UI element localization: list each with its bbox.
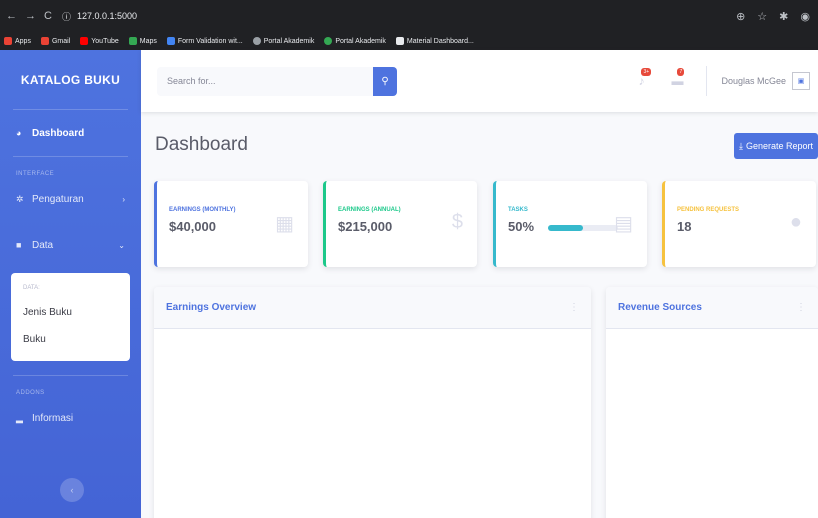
material-icon: [395, 37, 404, 45]
sidebar-brand[interactable]: KATALOG BUKU: [13, 50, 128, 110]
tachometer-icon: ◕: [16, 128, 22, 138]
data-collapse-menu: DATA: Jenis Buku Buku: [11, 273, 130, 361]
card-pending-requests: PENDING REQUESTS 18 ●: [662, 181, 816, 267]
generate-report-button[interactable]: ⤓ Generate Report: [734, 133, 818, 159]
bookmark-portal-akademik-2[interactable]: Portal Akademik: [324, 37, 386, 45]
search-icon: ⚲: [381, 75, 389, 87]
url-text: 127.0.0.1:5000: [76, 11, 138, 21]
messages-badge: 7: [677, 68, 685, 76]
tasks-progress-fill: [547, 224, 583, 231]
address-bar[interactable]: ⓘ 127.0.0.1:5000: [62, 10, 137, 23]
reload-icon[interactable]: C: [44, 10, 52, 22]
collapse-heading: DATA:: [23, 285, 40, 291]
sidebar-item-pengaturan[interactable]: ✲ Pengaturan ›: [0, 181, 141, 217]
search-input[interactable]: Search for...: [157, 66, 373, 96]
star-icon[interactable]: ☆: [757, 10, 767, 23]
chevron-right-icon: ›: [122, 194, 125, 204]
ellipsis-vertical-icon[interactable]: ⋮: [796, 302, 806, 313]
download-icon: ⤓: [738, 140, 743, 151]
sidebar: KATALOG BUKU ◕ Dashboard INTERFACE ✲ Pen…: [0, 50, 141, 518]
maps-icon: [128, 37, 137, 45]
gmail-icon: [40, 37, 49, 45]
sidebar-item-dashboard[interactable]: ◕ Dashboard: [0, 110, 141, 156]
bookmark-material-dashboard[interactable]: Material Dashboard...: [395, 37, 474, 45]
folder-icon: ■: [16, 240, 22, 250]
panel-title: Revenue Sources: [618, 302, 702, 313]
bookmark-apps[interactable]: Apps: [4, 37, 31, 45]
tasks-progress-bar: [547, 224, 618, 231]
extensions-icon[interactable]: ✱: [779, 10, 788, 23]
collapse-item-jenis-buku[interactable]: Jenis Buku: [11, 299, 130, 326]
earnings-overview-panel: Earnings Overview ⋮: [154, 287, 591, 518]
portal-icon: [252, 37, 261, 45]
youtube-icon: [80, 37, 89, 45]
sidebar-heading-addons: ADDONS: [16, 390, 45, 396]
bookmark-youtube[interactable]: YouTube: [80, 37, 119, 45]
forward-icon[interactable]: →: [25, 10, 36, 22]
back-icon[interactable]: ←: [6, 10, 17, 22]
chevron-left-icon: ‹: [70, 485, 74, 495]
messages-dropdown[interactable]: ▬ 7: [662, 68, 692, 88]
sidebar-item-data[interactable]: ■ Data ⌄: [0, 217, 141, 273]
clipboard-icon: ▤: [614, 213, 633, 235]
alerts-dropdown[interactable]: ♪ 3+: [626, 68, 656, 88]
zoom-icon[interactable]: ⊕: [736, 10, 745, 23]
phone-icon: [166, 37, 175, 45]
ellipsis-vertical-icon[interactable]: ⋮: [569, 302, 579, 313]
alerts-badge: 3+: [641, 68, 652, 76]
chart-area-icon: ▂: [16, 412, 23, 423]
envelope-icon: ▬: [671, 74, 684, 88]
search-button[interactable]: ⚲: [373, 66, 397, 96]
sidebar-item-informasi[interactable]: ▂ Informasi: [0, 400, 141, 436]
profile-icon[interactable]: ◉: [800, 10, 810, 23]
panel-title: Earnings Overview: [166, 302, 257, 313]
avatar: ▣: [792, 72, 810, 90]
bookmark-gmail[interactable]: Gmail: [40, 37, 70, 45]
bookmark-portal-akademik-1[interactable]: Portal Akademik: [252, 37, 314, 45]
dollar-icon: $: [451, 211, 463, 233]
user-name: Douglas McGee: [721, 76, 786, 86]
page-title: Dashboard: [155, 134, 248, 155]
info-icon[interactable]: ⓘ: [62, 10, 71, 23]
search-form: Search for... ⚲: [157, 66, 397, 96]
sidebar-heading-interface: INTERFACE: [16, 171, 55, 177]
bookmark-form-validation[interactable]: Form Validation wit...: [166, 37, 243, 45]
card-tasks: TASKS 50% ▤: [493, 181, 647, 267]
bookmarks-bar: Apps Gmail YouTube Maps Form Validation …: [0, 32, 818, 50]
sidebar-toggle-button[interactable]: ‹: [60, 478, 84, 502]
topbar-divider: [706, 66, 708, 96]
chevron-down-icon: ⌄: [118, 240, 125, 250]
card-earnings-annual: EARNINGS (ANNUAL) $215,000 $: [323, 181, 477, 267]
calendar-icon: ▦: [275, 213, 294, 235]
comments-icon: ●: [789, 211, 802, 233]
apps-icon: [4, 37, 12, 45]
topbar: Search for... ⚲ ♪ 3+ ▬ 7 Douglas McGee ▣: [141, 50, 818, 112]
browser-toolbar: ← → C ⓘ 127.0.0.1:5000 ⊕ ☆ ✱ ◉: [0, 0, 818, 32]
portal-icon: [324, 37, 333, 45]
card-value: 18: [677, 219, 692, 234]
card-label: EARNINGS (ANNUAL): [338, 207, 401, 213]
cog-icon: ✲: [16, 193, 24, 204]
card-value: 50%: [508, 219, 535, 234]
bookmark-maps[interactable]: Maps: [128, 37, 157, 45]
bell-icon: ♪: [638, 74, 645, 88]
card-earnings-monthly: EARNINGS (MONTHLY) $40,000 ▦: [154, 181, 308, 267]
collapse-item-buku[interactable]: Buku: [11, 326, 130, 353]
card-label: PENDING REQUESTS: [677, 207, 740, 213]
revenue-sources-panel: Revenue Sources ⋮: [606, 287, 818, 518]
card-value: $215,000: [338, 219, 393, 234]
user-dropdown[interactable]: Douglas McGee ▣: [721, 72, 818, 90]
